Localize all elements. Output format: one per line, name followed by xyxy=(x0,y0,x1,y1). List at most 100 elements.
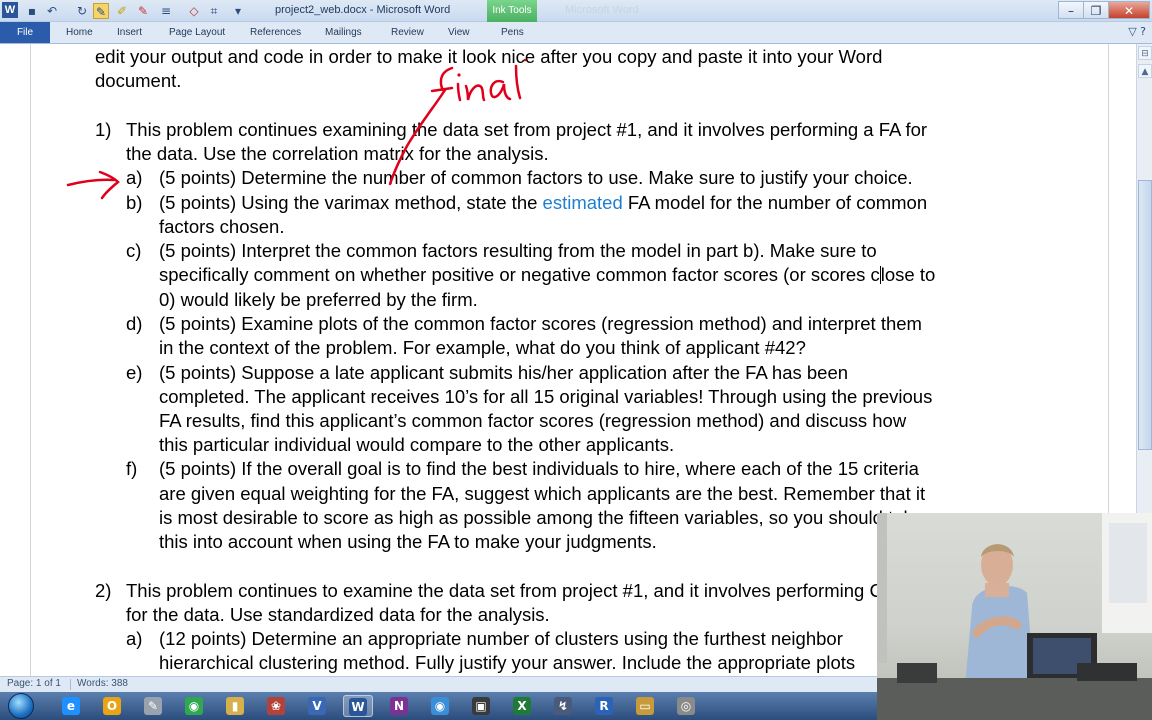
chrome-icon[interactable]: ◉ xyxy=(179,695,209,717)
wall-edge xyxy=(877,513,887,663)
scrollbar-thumb[interactable] xyxy=(1138,180,1152,450)
part-line: this into account when using the FA to m… xyxy=(159,531,657,552)
presenter-webcam-video xyxy=(877,513,1152,720)
restore-button[interactable]: ❐ xyxy=(1083,1,1109,19)
tab-mailings[interactable]: Mailings xyxy=(325,22,362,43)
question-line: the data. Use the correlation matrix for… xyxy=(126,143,549,164)
r-icon[interactable]: R xyxy=(589,695,619,717)
part-label: b) xyxy=(126,192,143,213)
line-weight-icon[interactable]: ≡ xyxy=(158,3,174,19)
part-label: e) xyxy=(126,362,143,383)
part-label: d) xyxy=(126,313,143,334)
part-line: this particular individual would compare… xyxy=(159,434,675,455)
visio-icon[interactable]: V xyxy=(302,695,332,717)
part-text: lose to xyxy=(880,264,936,285)
ie-icon[interactable]: e xyxy=(56,695,86,717)
part-text: (5 points) Using the varimax method, sta… xyxy=(159,192,543,213)
desk-equipment xyxy=(897,663,937,683)
browser-icon[interactable]: ◉ xyxy=(425,695,455,717)
format-painter-icon[interactable]: ⌗ xyxy=(206,3,222,19)
window-title: project2_web.docx - Microsoft Word xyxy=(275,4,451,16)
cmd-icon[interactable]: ▣ xyxy=(466,695,496,717)
start-button[interactable] xyxy=(8,693,34,719)
pen-icon[interactable]: ✎ xyxy=(138,695,168,717)
tab-references[interactable]: References xyxy=(250,22,301,43)
pen-color-icon[interactable]: ✎ xyxy=(135,3,151,19)
outlook-icon[interactable]: O xyxy=(97,695,127,717)
ink-arrow-head xyxy=(98,170,120,200)
tab-insert[interactable]: Insert xyxy=(117,22,142,43)
misc-icon[interactable]: ◎ xyxy=(671,695,701,717)
ink-tools-context-tab: Ink Tools xyxy=(487,0,537,22)
ruler-toggle-icon[interactable]: ⊟ xyxy=(1138,46,1152,60)
part-text: specifically comment on whether positive… xyxy=(159,264,880,285)
part-line: 0) would likely be preferred by the firm… xyxy=(159,289,478,310)
part-line: completed. The applicant receives 10’s f… xyxy=(159,386,933,407)
part-line: are given equal weighting for the FA, su… xyxy=(159,483,926,504)
folder-icon[interactable]: ▮ xyxy=(220,695,250,717)
scroll-up-icon[interactable]: ▲ xyxy=(1138,64,1152,78)
ghost-window-title: Microsoft Word xyxy=(565,4,639,16)
part-line: is most desirable to score as high as po… xyxy=(159,507,924,528)
tab-review[interactable]: Review xyxy=(391,22,424,43)
remote-icon[interactable]: ↯ xyxy=(548,695,578,717)
page-edge xyxy=(30,44,31,676)
tab-view[interactable]: View xyxy=(448,22,470,43)
eraser-icon[interactable]: ◇ xyxy=(186,3,202,19)
word-icon[interactable]: W xyxy=(343,695,373,717)
word-app-icon[interactable]: W xyxy=(2,2,18,18)
page-count-status[interactable]: Page: 1 of 1 xyxy=(7,678,61,689)
excel-icon[interactable]: X xyxy=(507,695,537,717)
question-line: This problem continues to examine the da… xyxy=(126,580,896,601)
help-icon[interactable]: ▽ ? xyxy=(1128,25,1146,38)
ink-final-n xyxy=(464,84,486,102)
ink-arrow-shaft xyxy=(66,178,116,187)
part-label: c) xyxy=(126,240,142,261)
part-line: specifically comment on whether positive… xyxy=(159,264,935,286)
intro-line: document. xyxy=(95,70,182,91)
close-button[interactable]: ✕ xyxy=(1108,1,1150,19)
tab-file[interactable]: File xyxy=(0,22,50,43)
part-label: a) xyxy=(126,167,143,188)
part-text: FA model for the number of common xyxy=(622,192,928,213)
tab-page-layout[interactable]: Page Layout xyxy=(169,22,225,43)
question-number: 1) xyxy=(95,119,112,140)
ink-final-i xyxy=(456,82,462,102)
part-line: in the context of the problem. For examp… xyxy=(159,337,806,358)
part-line: (12 points) Determine an appropriate num… xyxy=(159,628,843,649)
part-line: (5 points) Determine the number of commo… xyxy=(159,167,913,188)
part-line: FA results, find this applicant’s common… xyxy=(159,410,907,431)
onenote-icon[interactable]: N xyxy=(384,695,414,717)
part-line: (5 points) Examine plots of the common f… xyxy=(159,313,922,334)
presenter-video-frame xyxy=(877,513,1152,720)
save-icon[interactable]: ▪ xyxy=(24,3,40,19)
ink-final-f-cross xyxy=(430,86,454,93)
redo-icon[interactable]: ↻ xyxy=(74,3,90,19)
part-line: (5 points) Using the varimax method, sta… xyxy=(159,192,927,214)
part-line: hierarchical clustering method. Fully ju… xyxy=(159,652,856,673)
part-label: a) xyxy=(126,628,143,649)
highlighter-icon[interactable]: ✐ xyxy=(114,3,130,19)
undo-icon[interactable]: ↶ xyxy=(44,3,60,19)
status-divider xyxy=(70,679,71,690)
explorer-icon[interactable]: ▭ xyxy=(630,695,660,717)
part-line: (5 points) Interpret the common factors … xyxy=(159,240,877,261)
ribbon-tab-bar: File Home Insert Page Layout References … xyxy=(0,22,1152,44)
tab-pens[interactable]: Pens xyxy=(501,22,524,43)
ink-final-f-top xyxy=(439,66,454,92)
podium-desk xyxy=(877,678,1152,720)
part-line: factors chosen. xyxy=(159,216,285,237)
pen-tool-icon[interactable]: ✎ xyxy=(93,3,109,19)
customize-qat-icon[interactable]: ▾ xyxy=(230,3,246,19)
estimated-link[interactable]: estimated xyxy=(543,192,623,213)
ink-final-i-dot xyxy=(457,73,461,77)
part-line: (5 points) Suppose a late applicant subm… xyxy=(159,362,849,383)
tab-home[interactable]: Home xyxy=(66,22,93,43)
minimize-button[interactable]: – xyxy=(1058,1,1084,19)
part-label: f) xyxy=(126,458,138,479)
intro-line: edit your output and code in order to ma… xyxy=(95,46,883,67)
media-icon[interactable]: ❀ xyxy=(261,695,291,717)
word-count-status[interactable]: Words: 388 xyxy=(77,678,128,689)
part-line: (5 points) If the overall goal is to fin… xyxy=(159,458,919,479)
projector-screen-content xyxy=(1109,523,1147,603)
